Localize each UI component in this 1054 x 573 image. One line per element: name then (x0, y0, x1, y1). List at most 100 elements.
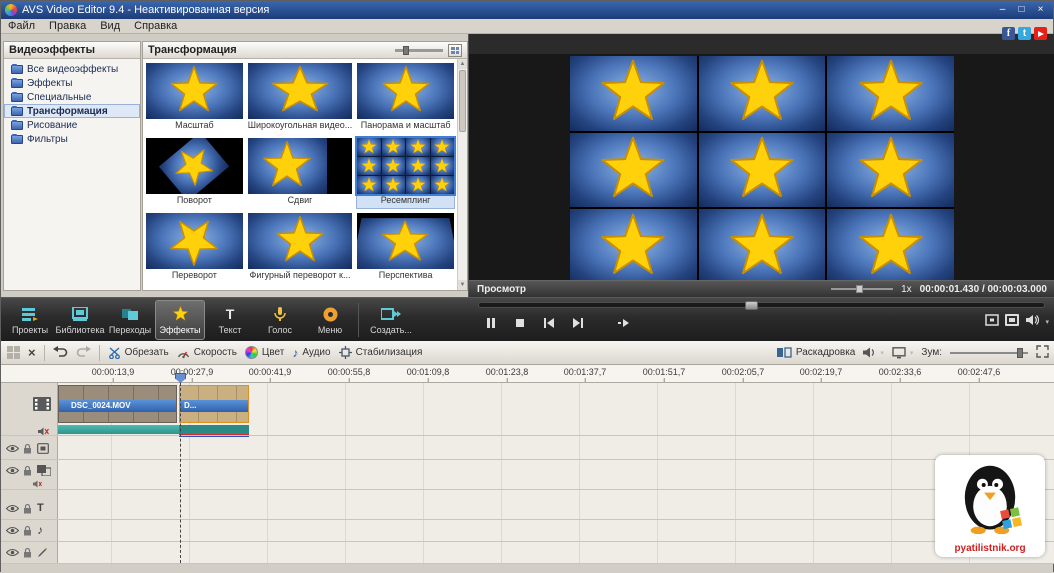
mixer-dropdown-icon[interactable]: ▾ (880, 349, 884, 357)
audio-track-icon[interactable]: ♪ (37, 524, 43, 536)
color-button[interactable]: Цвет (245, 346, 284, 359)
scrollbar-thumb[interactable] (459, 70, 466, 132)
menu-help[interactable]: Справка (127, 20, 184, 32)
eye-icon[interactable] (6, 526, 19, 535)
minimize-button[interactable]: – (994, 4, 1011, 17)
tree-item-transformation[interactable]: Трансформация (4, 104, 140, 118)
delete-button[interactable]: × (28, 346, 36, 359)
mute-icon[interactable] (33, 480, 42, 488)
undo-button[interactable] (53, 345, 68, 360)
thumbnail-size-slider[interactable] (395, 49, 443, 52)
effect-thumbnail-figure-flip[interactable]: Фигурный переворот к... (248, 213, 352, 283)
eye-icon[interactable] (6, 444, 19, 453)
redo-button[interactable] (76, 345, 91, 360)
projects-button[interactable]: Проекты (5, 300, 55, 340)
mixer-button[interactable]: ▾ (863, 347, 884, 358)
video-overlay-track-icon[interactable] (37, 465, 51, 476)
overlay-track-icon[interactable] (37, 443, 49, 454)
video-track-icon[interactable] (33, 397, 51, 411)
menu-edit[interactable]: Правка (42, 20, 93, 32)
lock-icon[interactable] (23, 547, 32, 558)
lock-icon[interactable] (23, 503, 32, 514)
create-button[interactable]: Создать... (362, 300, 420, 340)
fullscreen-button[interactable] (985, 314, 999, 329)
seek-slider[interactable] (478, 302, 1045, 308)
tree-item-filters[interactable]: Фильтры (4, 132, 140, 146)
display-button[interactable]: ▾ (892, 347, 914, 359)
timeline-tracks[interactable]: DSC_0024.MOV D... (58, 383, 1054, 563)
effect-label: Поворот (146, 194, 243, 206)
preview-speed-slider[interactable] (831, 288, 893, 290)
effects-grid-panel: Трансформация Масштаб Широкоугольная вид… (142, 41, 468, 291)
effect-thumbnail-perspective[interactable]: Перспектива (357, 213, 454, 283)
effect-thumbnail-scale[interactable]: Масштаб (146, 63, 243, 133)
stop-button[interactable] (507, 314, 533, 332)
folder-icon (11, 135, 23, 144)
effect-thumbnail-shift[interactable]: Сдвиг (248, 138, 352, 208)
step-forward-button[interactable] (611, 314, 637, 332)
grid-view-button[interactable] (448, 44, 462, 57)
volume-button[interactable] (1025, 314, 1039, 329)
scroll-down-icon[interactable]: ▼ (458, 280, 467, 290)
storyboard-button[interactable]: Раскадровка (777, 347, 855, 358)
scrollbar-vertical[interactable]: ▲ ▼ (457, 59, 467, 290)
pause-button[interactable] (478, 314, 504, 332)
next-frame-button[interactable] (565, 314, 591, 332)
effect-thumbnail-pan-zoom[interactable]: Панорама и масштаб (357, 63, 454, 133)
stabilization-button[interactable]: Стабилизация (339, 346, 423, 359)
library-button[interactable]: Библиотека (55, 300, 105, 340)
close-button[interactable]: × (1032, 4, 1049, 17)
tree-item-special[interactable]: Специальные (4, 90, 140, 104)
transitions-button[interactable]: Переходы (105, 300, 155, 340)
effect-thumbnail-rotate[interactable]: Поворот (146, 138, 243, 208)
eye-icon[interactable] (6, 466, 19, 475)
tree-item-effects[interactable]: Эффекты (4, 76, 140, 90)
lock-icon[interactable] (23, 465, 32, 476)
voice-track-icon[interactable] (37, 547, 48, 558)
twitter-icon[interactable]: t (1018, 27, 1031, 40)
eye-icon[interactable] (6, 548, 19, 557)
track-headers: T ♪ (1, 383, 58, 563)
tree-item-drawing[interactable]: Рисование (4, 118, 140, 132)
main-toolbar: Проекты Библиотека Переходы Эффекты T Те… (1, 297, 1054, 341)
lock-icon[interactable] (23, 443, 32, 454)
previous-frame-button[interactable] (536, 314, 562, 332)
playback-zone: ▾ (468, 298, 1054, 342)
storyboard-icon (777, 347, 792, 358)
video-clip-selected[interactable]: D... (179, 385, 249, 423)
facebook-icon[interactable]: f (1002, 27, 1015, 40)
maximize-button[interactable]: □ (1013, 4, 1030, 17)
zoom-slider-thumb[interactable] (1017, 348, 1023, 358)
effects-grid: Масштаб Широкоугольная видео... Панорама… (143, 59, 457, 290)
youtube-icon[interactable] (1034, 27, 1047, 40)
scroll-up-icon[interactable]: ▲ (458, 59, 467, 69)
snapshot-button[interactable] (1005, 314, 1019, 329)
transition-strip[interactable] (58, 425, 249, 434)
effect-thumbnail-flip[interactable]: Переворот (146, 213, 243, 283)
menu-disc-button[interactable]: Меню (305, 300, 355, 340)
speed-button[interactable]: Скорость (177, 347, 237, 359)
volume-dropdown-icon[interactable]: ▾ (1045, 318, 1049, 326)
tree-item-all-effects[interactable]: Все видеоэффекты (4, 62, 140, 76)
effect-thumbnail-resample[interactable]: Ресемплинг (357, 138, 454, 208)
text-button[interactable]: T Текст (205, 300, 255, 340)
effect-label: Широкоугольная видео... (248, 119, 352, 131)
display-dropdown-icon[interactable]: ▾ (910, 349, 914, 357)
audio-button[interactable]: ♪ Аудио (292, 347, 330, 359)
timeline: DSC_0024.MOV D... (1, 383, 1054, 563)
voice-button[interactable]: Голос (255, 300, 305, 340)
menu-view[interactable]: Вид (93, 20, 127, 32)
lock-icon[interactable] (23, 525, 32, 536)
fit-timeline-button[interactable] (1036, 345, 1049, 361)
seek-thumb[interactable] (745, 301, 758, 310)
eye-icon[interactable] (6, 504, 19, 513)
zoom-slider[interactable] (950, 352, 1028, 354)
menu-file[interactable]: Файл (1, 20, 42, 32)
timeline-ruler[interactable]: 00:00:13,9 00:00:27,9 00:00:41,9 00:00:5… (1, 365, 1054, 383)
layout-grid-icon[interactable] (7, 346, 20, 359)
video-clip[interactable]: DSC_0024.MOV (58, 385, 177, 423)
effect-thumbnail-wide-angle[interactable]: Широкоугольная видео... (248, 63, 352, 133)
effects-button[interactable]: Эффекты (155, 300, 205, 340)
text-track-icon[interactable]: T (37, 503, 44, 514)
trim-button[interactable]: Обрезать (108, 347, 169, 359)
